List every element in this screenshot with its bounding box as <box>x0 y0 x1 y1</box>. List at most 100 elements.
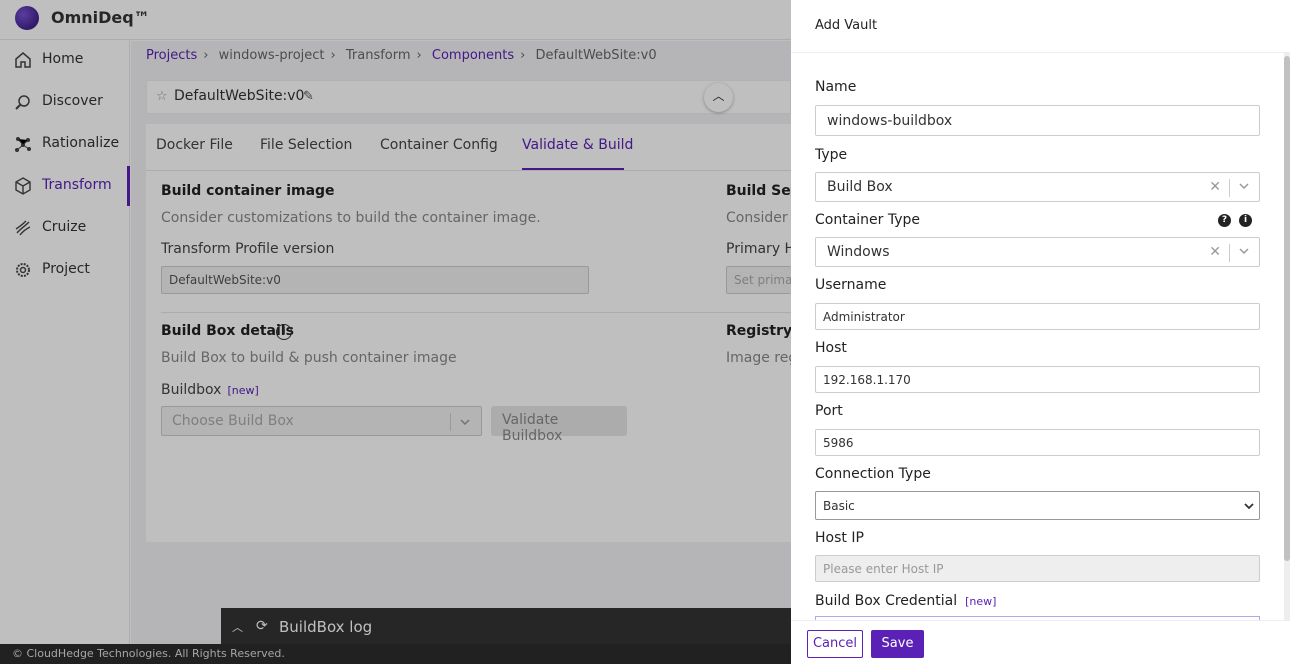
drawer-footer: Cancel Save <box>791 620 1290 664</box>
buildbox-label: Buildbox [new] <box>161 382 259 398</box>
info-icon[interactable]: i <box>1239 214 1252 227</box>
chevron-down-icon <box>460 419 470 426</box>
info-icon[interactable]: i <box>276 324 292 340</box>
sidebar-item-label: Rationalize <box>42 135 120 151</box>
sidebar-item-cruize[interactable]: Cruize <box>0 208 130 248</box>
divider <box>161 312 791 313</box>
discover-icon <box>15 95 30 110</box>
cruize-icon <box>15 220 31 236</box>
build-heading: Build container image <box>161 183 335 199</box>
profile-version-field: DefaultWebSite:v0 <box>161 266 589 294</box>
select-separator <box>1229 244 1230 262</box>
profile-label: Transform Profile version <box>161 241 335 257</box>
tab-docker-file[interactable]: Docker File <box>156 137 233 153</box>
primary-host-input[interactable]: Set prima <box>726 266 791 294</box>
tab-validate-build[interactable]: Validate & Build <box>522 137 633 153</box>
name-label: Name <box>815 79 857 95</box>
chevron-up-icon[interactable]: ︿ <box>232 619 243 635</box>
connection-type-value: Basic <box>823 498 855 513</box>
sidebar: Home Discover Rationalize Transform Crui… <box>0 40 130 644</box>
drawer-title: Add Vault <box>815 18 878 33</box>
tab-container-config[interactable]: Container Config <box>380 137 498 153</box>
chevron-right-icon: › <box>416 48 422 63</box>
clear-icon[interactable]: ✕ <box>1209 244 1221 260</box>
sidebar-item-label: Cruize <box>42 219 87 235</box>
type-select[interactable]: Build Box ✕ <box>815 172 1260 202</box>
new-buildbox-link[interactable]: [new] <box>227 384 258 397</box>
brand-logo <box>15 6 39 30</box>
select-separator <box>450 413 451 431</box>
pencil-icon[interactable]: ✎ <box>303 89 314 104</box>
refresh-icon[interactable]: ⟳ <box>256 618 268 634</box>
buildbox-subtitle: Build Box to build & push container imag… <box>161 350 457 366</box>
type-label: Type <box>815 147 848 163</box>
divider <box>146 170 791 171</box>
chevron-down-icon <box>1239 183 1249 190</box>
drawer-header: Add Vault <box>791 0 1290 53</box>
port-label: Port <box>815 403 843 419</box>
scrollbar-thumb[interactable] <box>1284 56 1290 561</box>
breadcrumb: Projects › windows-project › Transform › Co… <box>146 48 663 63</box>
select-separator <box>1229 179 1230 197</box>
add-vault-drawer: Add Vault Name windows-buildbox Type Bui… <box>791 0 1290 664</box>
sidebar-item-discover[interactable]: Discover <box>0 82 130 122</box>
drawer-scrollbar[interactable] <box>1284 53 1290 620</box>
cancel-button[interactable]: Cancel <box>807 630 863 658</box>
sidebar-item-label: Transform <box>42 177 112 193</box>
sidebar-item-home[interactable]: Home <box>0 40 130 80</box>
port-input[interactable]: 5986 <box>815 429 1260 456</box>
new-credential-link[interactable]: [new] <box>965 595 996 608</box>
container-type-value: Windows <box>827 244 890 260</box>
connection-type-select[interactable]: Basic <box>815 491 1260 520</box>
collapse-button[interactable]: ︿ <box>704 83 733 112</box>
chevron-down-icon <box>1244 503 1254 510</box>
container-type-select[interactable]: Windows ✕ <box>815 237 1260 267</box>
chevron-right-icon: › <box>520 48 526 63</box>
credential-label: Build Box Credential [new] <box>815 593 996 609</box>
sidebar-item-label: Project <box>42 261 90 277</box>
tab-file-selection[interactable]: File Selection <box>260 137 352 153</box>
chevron-right-icon: › <box>203 48 209 63</box>
chevron-right-icon: › <box>330 48 336 63</box>
sidebar-item-project[interactable]: Project <box>0 250 130 290</box>
sidebar-item-transform[interactable]: Transform <box>0 166 130 206</box>
validate-buildbox-button[interactable]: Validate Buildbox <box>491 406 627 444</box>
username-label: Username <box>815 277 887 293</box>
host-label: Host <box>815 340 847 356</box>
host-input[interactable]: 192.168.1.170 <box>815 366 1260 393</box>
cube-icon <box>15 177 31 195</box>
host-ip-label: Host IP <box>815 530 864 546</box>
connection-type-label: Connection Type <box>815 466 931 482</box>
log-label: BuildBox log <box>279 618 373 636</box>
title-bar: ☆ DefaultWebSite:v0 ✎ ︿ <box>146 80 791 114</box>
breadcrumb-project: windows-project <box>218 48 325 63</box>
buildbox-select[interactable]: Choose Build Box <box>161 406 482 436</box>
clear-icon[interactable]: ✕ <box>1209 179 1221 195</box>
build-settings-subtitle: Consider c <box>726 210 800 226</box>
sidebar-item-rationalize[interactable]: Rationalize <box>0 124 130 164</box>
breadcrumb-components[interactable]: Components <box>432 48 514 63</box>
breadcrumb-projects[interactable]: Projects <box>146 48 197 63</box>
chevron-down-icon <box>1239 248 1249 255</box>
username-input[interactable]: Administrator <box>815 303 1260 330</box>
credential-label-text: Build Box Credential <box>815 593 958 609</box>
buildbox-heading: Build Box details <box>161 323 294 339</box>
help-icon[interactable]: ? <box>1218 214 1231 227</box>
sidebar-item-label: Discover <box>42 93 103 109</box>
name-input[interactable]: windows-buildbox <box>815 105 1260 136</box>
rationalize-icon <box>15 137 31 152</box>
page-title: DefaultWebSite:v0 <box>174 88 305 104</box>
buildbox-log-bar[interactable]: ︿ ⟳ BuildBox log <box>221 608 791 644</box>
build-subtitle: Consider customizations to build the con… <box>161 210 541 226</box>
host-ip-input[interactable]: Please enter Host IP <box>815 555 1260 582</box>
home-icon <box>15 52 31 68</box>
registry-subtitle: Image reg <box>726 350 798 366</box>
gear-icon <box>16 263 30 277</box>
type-value: Build Box <box>827 179 893 195</box>
star-icon[interactable]: ☆ <box>156 89 168 104</box>
buildbox-label-text: Buildbox <box>161 382 222 398</box>
save-button[interactable]: Save <box>871 630 924 658</box>
buildbox-placeholder: Choose Build Box <box>172 413 294 429</box>
breadcrumb-transform: Transform <box>345 48 411 63</box>
breadcrumb-current: DefaultWebSite:v0 <box>535 48 657 63</box>
